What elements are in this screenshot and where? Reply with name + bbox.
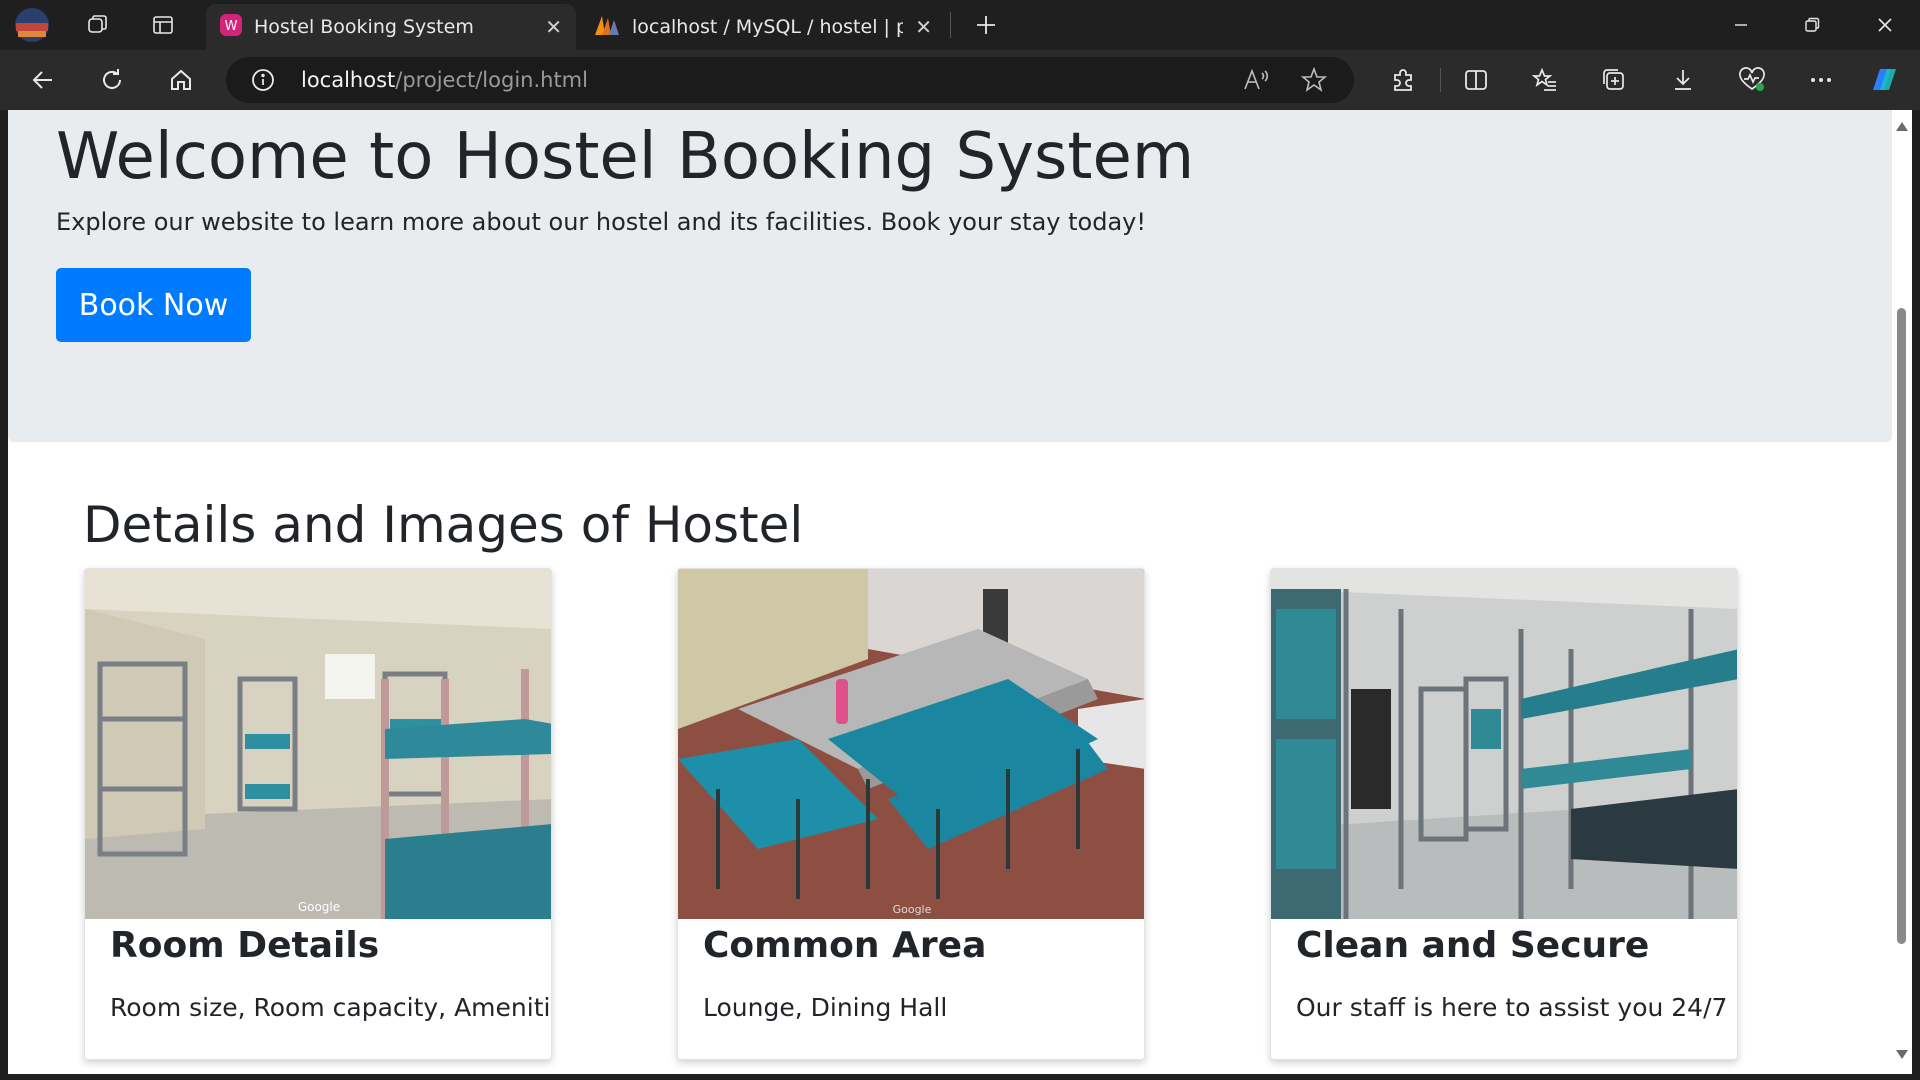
page-scrollbar[interactable] [1892,110,1912,1074]
downloads-icon[interactable] [1665,62,1701,98]
image-watermark: Google [893,903,932,916]
tab-divider [950,12,951,38]
hero-title: Welcome to Hostel Booking System [56,120,1195,194]
tab-title: localhost / MySQL / hostel | phpMyAdmin [632,16,904,38]
phpmyadmin-favicon-icon [594,14,620,41]
url-host: localhost [301,68,396,92]
address-bar[interactable]: localhost/project/login.html [226,57,1354,103]
card-room-details: Google Room Details Room size, Room capa… [84,568,552,1060]
collections-icon[interactable] [1596,62,1632,98]
tab-phpmyadmin[interactable]: localhost / MySQL / hostel | phpMyAdmin … [580,4,946,50]
image-watermark: Google [298,900,340,914]
site-info-icon[interactable] [251,68,275,96]
minimize-button[interactable] [1706,0,1776,50]
toolbar-separator [1440,68,1441,92]
favorite-star-icon[interactable] [1300,66,1328,97]
extensions-icon[interactable] [1385,62,1421,98]
browser-tab-bar: W Hostel Booking System ✕ localhost / My… [0,0,1920,50]
back-icon[interactable] [25,62,61,98]
tab-hostel-booking[interactable]: W Hostel Booking System ✕ [206,4,576,50]
home-icon[interactable] [163,62,199,98]
book-now-button[interactable]: Book Now [56,268,251,342]
card-common-area: Google Common Area Lounge, Dining Hall [677,568,1145,1060]
tab-title: Hostel Booking System [254,16,474,38]
close-window-button[interactable] [1850,0,1920,50]
dormitory-photo [1271,569,1737,919]
card-text: Our staff is here to assist you 24/7 [1296,993,1728,1022]
card-text: Room size, Room capacity, Amenities [110,993,552,1022]
card-title: Clean and Secure [1296,925,1650,966]
svg-text:W: W [225,19,238,34]
new-tab-icon[interactable] [968,8,1004,42]
card-text: Lounge, Dining Hall [703,993,948,1022]
copilot-icon[interactable] [1866,62,1902,98]
card-clean-secure: Clean and Secure Our staff is here to as… [1270,568,1738,1060]
browser-toolbar: localhost/project/login.html [0,50,1920,110]
scroll-up-arrow-icon[interactable] [1896,122,1908,131]
restore-button[interactable] [1777,0,1847,50]
read-aloud-icon[interactable] [1242,67,1270,97]
split-screen-icon[interactable] [1458,62,1494,98]
scroll-down-arrow-icon[interactable] [1896,1050,1908,1059]
page-viewport: Welcome to Hostel Booking System Explore… [8,110,1892,1074]
profile-avatar[interactable] [12,6,52,44]
tab-actions-icon[interactable] [146,8,180,42]
hero-lead: Explore our website to learn more about … [56,208,1146,236]
more-options-icon[interactable] [1803,62,1839,98]
close-tab-icon[interactable]: ✕ [545,15,562,39]
card-title: Room Details [110,925,380,966]
section-title: Details and Images of Hostel [83,496,804,554]
window-bottom-border [0,1074,1920,1080]
workspaces-icon[interactable] [80,8,114,42]
close-tab-icon[interactable]: ✕ [915,15,932,39]
refresh-icon[interactable] [94,62,130,98]
url-path: /project/login.html [395,68,588,92]
favorites-icon[interactable] [1527,62,1563,98]
url-text[interactable]: localhost/project/login.html [301,68,588,92]
hostel-favicon-icon: W [220,13,242,41]
common-area-photo: Google [678,569,1144,919]
hero-section: Welcome to Hostel Booking System Explore… [8,110,1892,442]
card-title: Common Area [703,925,987,966]
scroll-thumb[interactable] [1897,308,1906,944]
room-photo: Google [85,569,551,919]
browser-essentials-icon[interactable] [1734,62,1770,98]
